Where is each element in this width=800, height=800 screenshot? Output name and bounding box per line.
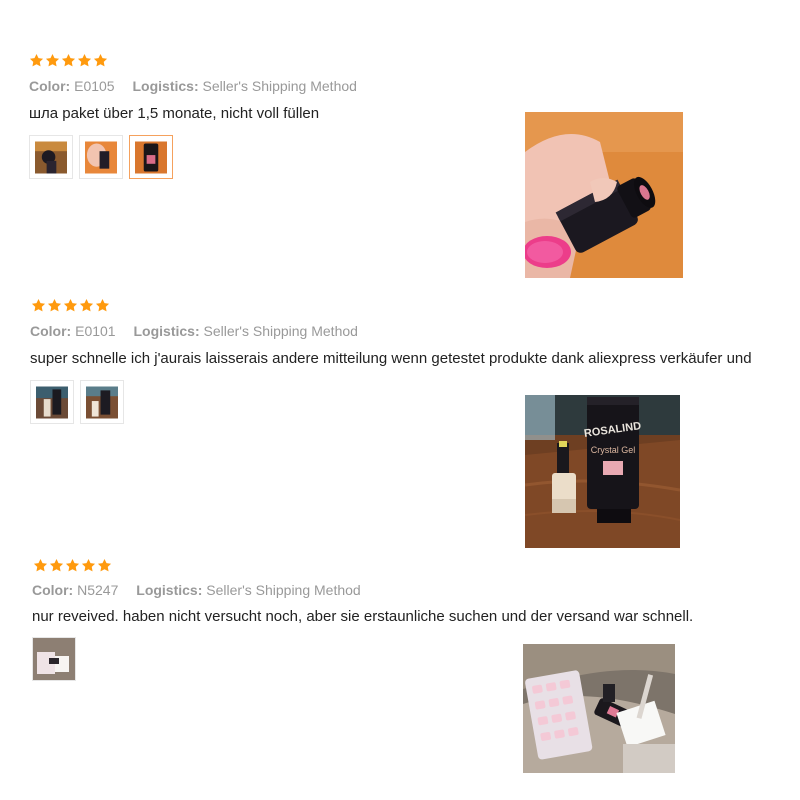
star-icon — [31, 298, 46, 312]
review-meta: Color: E0101 Logistics: Seller's Shippin… — [30, 323, 372, 339]
star-icon — [33, 558, 48, 572]
star-icon — [97, 558, 112, 572]
logistics-value: Seller's Shipping Method — [206, 582, 361, 598]
photo-hand-holding-gel-tube — [525, 112, 683, 278]
review-text: шла paket über 1,5 monate, nicht voll fü… — [29, 105, 320, 122]
logistics-label: Logistics: — [132, 78, 199, 94]
photo-gel-tube-nail-tips-box — [523, 644, 675, 773]
color-value: E0105 — [74, 78, 115, 94]
star-icon — [93, 53, 108, 67]
thumbnail-image — [33, 638, 75, 680]
thumbnail-image — [135, 141, 167, 173]
review-thumbnail[interactable] — [80, 380, 124, 424]
thumbnail-strip — [29, 135, 173, 179]
star-icon — [95, 298, 110, 312]
star-icon — [49, 558, 64, 572]
logistics-label: Logistics: — [133, 323, 200, 339]
color-label: Color: — [32, 582, 74, 598]
star-icon — [45, 53, 60, 67]
thumbnail-image — [86, 386, 118, 418]
logistics-value: Seller's Shipping Method — [203, 323, 358, 339]
star-rating — [29, 53, 108, 68]
review-text: nur reveived. haben nicht versucht noch,… — [32, 608, 694, 625]
thumbnail-image — [85, 141, 117, 173]
review-thumbnail[interactable] — [30, 380, 74, 424]
review-photo[interactable] — [525, 112, 683, 278]
logistics-label: Logistics: — [136, 582, 203, 598]
star-rating — [33, 558, 112, 573]
review-thumbnail[interactable] — [29, 135, 73, 179]
star-icon — [65, 558, 80, 572]
star-icon — [81, 558, 96, 572]
star-icon — [63, 298, 78, 312]
star-icon — [47, 298, 62, 312]
review-photo[interactable]: ROSALIND Crystal Gel — [525, 395, 680, 548]
logistics-value: Seller's Shipping Method — [202, 78, 357, 94]
star-rating — [31, 298, 110, 313]
color-label: Color: — [29, 78, 71, 94]
thumbnail-image — [36, 386, 68, 418]
review-thumbnail[interactable] — [32, 637, 76, 681]
review-photo[interactable] — [523, 644, 675, 773]
review-thumbnail[interactable] — [79, 135, 123, 179]
photo-gel-tube-and-bottle: ROSALIND Crystal Gel — [525, 395, 680, 548]
tube-product: Crystal Gel — [591, 445, 636, 455]
review-thumbnail-selected[interactable] — [129, 135, 173, 179]
star-icon — [61, 53, 76, 67]
star-icon — [29, 53, 44, 67]
thumbnail-image — [35, 141, 67, 173]
color-label: Color: — [30, 323, 72, 339]
thumbnail-strip — [32, 637, 76, 681]
thumbnail-strip — [30, 380, 124, 424]
star-icon — [79, 298, 94, 312]
star-icon — [77, 53, 92, 67]
color-value: E0101 — [75, 323, 116, 339]
review-meta: Color: E0105 Logistics: Seller's Shippin… — [29, 78, 371, 94]
review-meta: Color: N5247 Logistics: Seller's Shippin… — [32, 582, 375, 598]
review-text: super schnelle ich j'aurais laisserais a… — [30, 350, 752, 367]
color-value: N5247 — [77, 582, 119, 598]
